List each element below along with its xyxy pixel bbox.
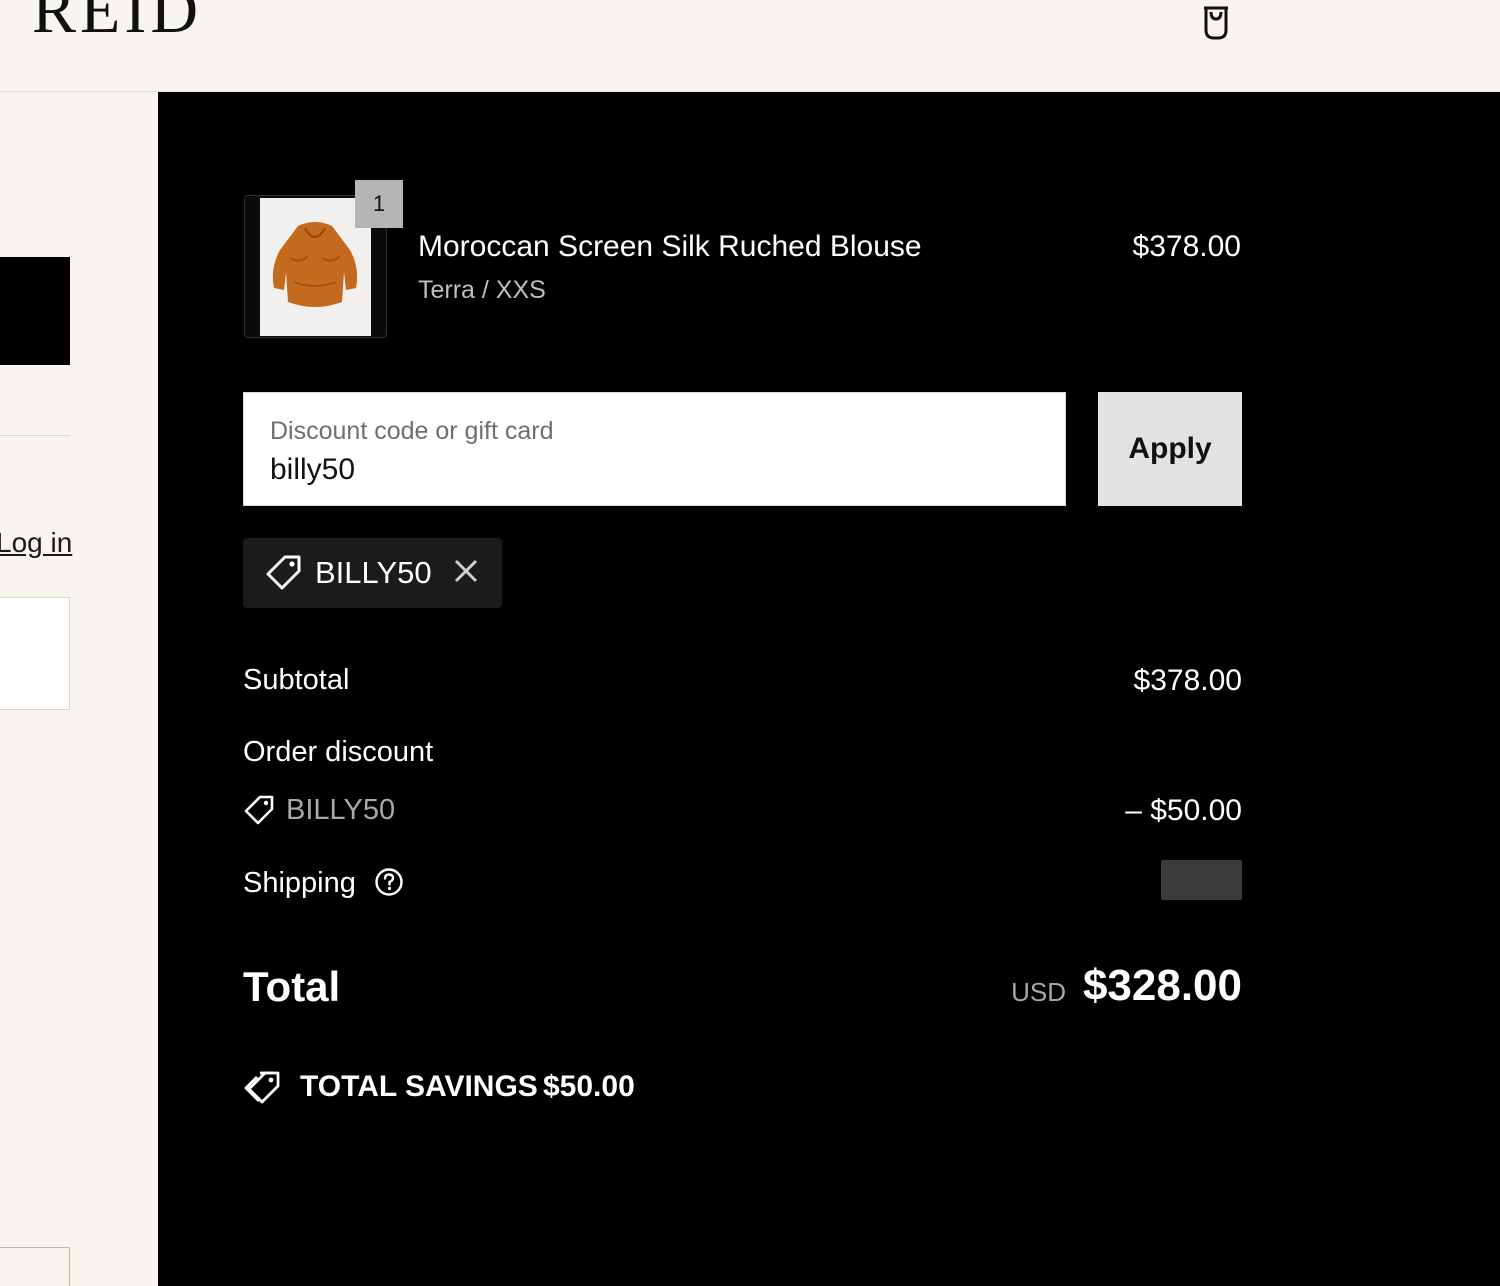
site-header: REID — [0, 0, 1500, 92]
order-summary: 1 Moroccan Screen Silk Ruched Blouse Ter… — [158, 92, 1500, 1286]
product-price: $378.00 — [1132, 230, 1241, 263]
form-field[interactable] — [0, 1247, 70, 1286]
total-savings-value: $50.00 — [543, 1070, 635, 1103]
order-discount-code: BILLY50 — [286, 794, 396, 826]
order-discount-label: Order discount — [243, 736, 434, 768]
subtotal-label: Subtotal — [243, 664, 350, 696]
checkout-form-column: Log in — [0, 92, 158, 1286]
discount-input-label: Discount code or gift card — [270, 417, 554, 445]
total-savings-label: TOTAL SAVINGS — [300, 1070, 538, 1103]
order-discount-value: – $50.00 — [1125, 794, 1242, 827]
shopping-bag-icon[interactable] — [1194, 0, 1236, 42]
applied-discount-chip: BILLY50 — [243, 538, 502, 608]
product-name: Moroccan Screen Silk Ruched Blouse — [418, 230, 922, 263]
subtotal-value: $378.00 — [1133, 664, 1242, 697]
total-value: $328.00 — [1082, 961, 1242, 1010]
discount-input-value[interactable]: billy50 — [270, 453, 355, 487]
apply-discount-button[interactable]: Apply — [1098, 392, 1242, 506]
total-currency: USD — [1011, 977, 1066, 1007]
remove-code-icon[interactable] — [451, 556, 481, 586]
discount-code-input[interactable]: Discount code or gift card billy50 — [243, 392, 1066, 506]
tag-icon — [265, 554, 303, 592]
brand-logo[interactable]: REID — [32, 0, 202, 44]
shipping-value-placeholder — [1161, 860, 1242, 900]
quantity-badge: 1 — [355, 180, 403, 228]
section-divider — [0, 435, 70, 436]
applied-code-label: BILLY50 — [315, 555, 432, 590]
total-label: Total — [243, 963, 341, 1010]
express-checkout-button[interactable] — [0, 257, 70, 365]
discount-tag-icon — [243, 794, 275, 826]
product-thumbnail: 1 — [244, 180, 403, 338]
product-variant: Terra / XXS — [418, 276, 546, 304]
login-link[interactable]: Log in — [0, 527, 72, 559]
shipping-label: Shipping — [243, 867, 356, 899]
question-circle-icon[interactable] — [374, 867, 404, 897]
contact-input[interactable] — [0, 597, 70, 710]
savings-tag-icon — [243, 1068, 283, 1108]
